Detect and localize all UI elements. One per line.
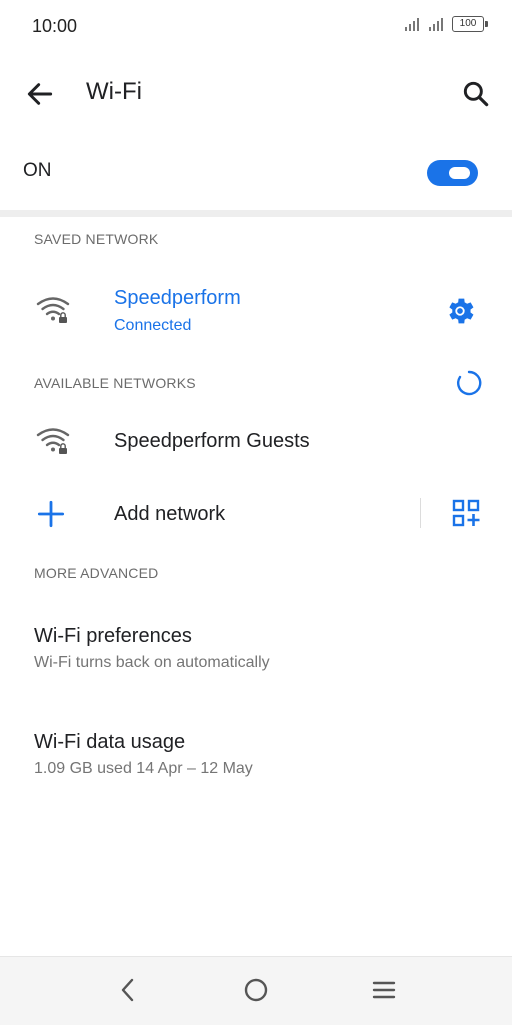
qr-code-icon[interactable] — [451, 498, 481, 528]
network-name: Speedperform Guests — [114, 430, 310, 452]
add-network-label: Add network — [114, 503, 226, 525]
saved-network-header: SAVED NETWORK — [34, 231, 159, 247]
wifi-toggle[interactable] — [427, 160, 478, 186]
vertical-divider — [420, 498, 421, 528]
wifi-data-usage-item[interactable]: Wi-Fi data usage 1.09 GB used 14 Apr – 1… — [0, 718, 512, 790]
section-divider — [0, 210, 512, 217]
wifi-toggle-label: ON — [23, 160, 52, 181]
wifi-data-usage-subtitle: 1.09 GB used 14 Apr – 12 May — [34, 760, 253, 777]
wifi-lock-icon — [36, 428, 70, 454]
wifi-data-usage-title: Wi-Fi data usage — [34, 731, 186, 753]
wifi-preferences-subtitle: Wi-Fi turns back on automatically — [34, 654, 270, 671]
available-networks-header: AVAILABLE NETWORKS — [34, 375, 196, 391]
toggle-knob — [449, 167, 470, 179]
page-title: Wi-Fi — [86, 78, 142, 105]
add-network-row[interactable]: Add network — [0, 482, 418, 546]
saved-network-status: Connected — [114, 317, 192, 334]
nav-menu-icon[interactable] — [369, 975, 399, 1005]
plus-icon — [37, 500, 65, 528]
more-advanced-header: MORE ADVANCED — [34, 565, 159, 581]
list-item-network[interactable]: Speedperform Guests — [0, 408, 512, 474]
refresh-icon[interactable] — [454, 368, 484, 398]
search-icon[interactable] — [460, 78, 492, 110]
nav-back-icon[interactable] — [113, 975, 143, 1005]
wifi-preferences-item[interactable]: Wi-Fi preferences Wi-Fi turns back on au… — [0, 612, 512, 684]
gear-icon[interactable] — [443, 294, 477, 328]
status-icons: 100 — [404, 16, 488, 32]
back-arrow-icon[interactable] — [24, 78, 56, 110]
saved-network-name: Speedperform — [114, 287, 241, 309]
battery-icon: 100 — [452, 16, 488, 32]
wifi-lock-icon — [36, 297, 70, 323]
signal-icon-2 — [429, 18, 443, 31]
status-time: 10:00 — [32, 16, 78, 36]
nav-home-icon[interactable] — [241, 975, 271, 1005]
saved-network-row[interactable]: Speedperform Connected — [0, 270, 512, 350]
wifi-preferences-title: Wi-Fi preferences — [34, 625, 192, 647]
system-nav-bar — [0, 956, 512, 1025]
signal-icon — [405, 18, 419, 31]
